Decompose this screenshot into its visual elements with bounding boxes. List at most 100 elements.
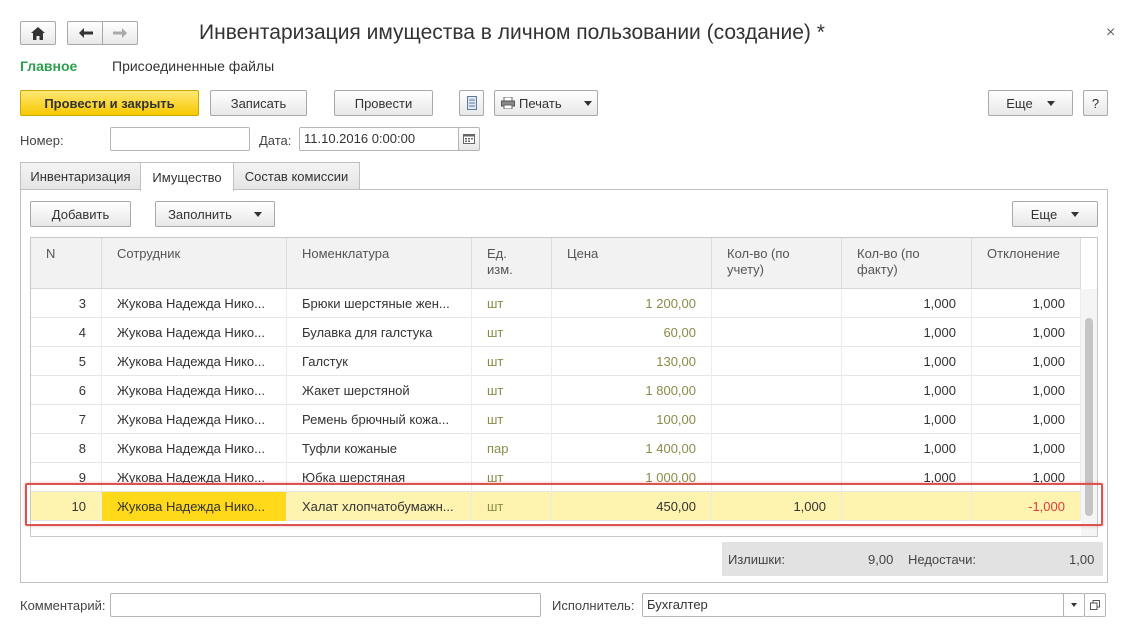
column-header[interactable]: Сотрудник — [102, 238, 287, 289]
post-button[interactable]: Провести — [334, 90, 433, 116]
table-cell[interactable]: Булавка для галстука — [287, 318, 472, 347]
column-header[interactable]: Отклонение — [972, 238, 1081, 289]
number-field[interactable] — [110, 127, 250, 151]
comment-label: Комментарий: — [20, 598, 106, 613]
shortage-label: Недостачи: — [908, 552, 977, 567]
table-cell[interactable]: 130,00 — [552, 347, 712, 376]
table-cell[interactable]: 1 800,00 — [552, 376, 712, 405]
table-cell[interactable]: 1,000 — [972, 376, 1081, 405]
table-cell[interactable]: шт — [472, 318, 552, 347]
table-cell[interactable] — [712, 318, 842, 347]
column-header[interactable]: N — [31, 238, 102, 289]
comment-field[interactable] — [110, 593, 541, 617]
table-cell[interactable]: 3 — [31, 289, 102, 318]
table-cell[interactable]: 1,000 — [972, 405, 1081, 434]
column-header[interactable]: Цена — [552, 238, 712, 289]
table-cell[interactable]: 1,000 — [842, 289, 972, 318]
table-cell[interactable]: Жукова Надежда Нико... — [102, 289, 287, 318]
executor-field[interactable]: Бухгалтер — [642, 593, 1064, 617]
fill-label: Заполнить — [168, 206, 232, 222]
table-cell[interactable] — [712, 289, 842, 318]
table-cell[interactable]: Галстук — [287, 347, 472, 376]
table-cell[interactable]: шт — [472, 405, 552, 434]
save-button[interactable]: Записать — [210, 90, 307, 116]
table-cell[interactable]: Туфли кожаные — [287, 434, 472, 463]
table-cell[interactable]: 1,000 — [842, 434, 972, 463]
table-cell[interactable]: Жукова Надежда Нико... — [102, 318, 287, 347]
table-cell[interactable] — [712, 405, 842, 434]
column-header[interactable]: Ед. изм. — [472, 238, 552, 289]
printer-icon — [501, 97, 515, 109]
column-header[interactable]: Кол-во (по учету) — [712, 238, 842, 289]
table-row[interactable]: 3 Жукова Надежда Нико... Брюки шерстяные ж… — [31, 289, 1081, 318]
back-button[interactable] — [67, 21, 103, 45]
surplus-label: Излишки: — [728, 552, 785, 567]
add-button[interactable]: Добавить — [30, 201, 131, 227]
section-files[interactable]: Присоединенные файлы — [112, 58, 274, 74]
table-cell[interactable]: 1,000 — [972, 289, 1081, 318]
table-cell[interactable]: 1,000 — [972, 318, 1081, 347]
print-label: Печать — [519, 95, 562, 111]
home-button[interactable] — [20, 21, 56, 45]
table-more-button[interactable]: Еще — [1012, 201, 1098, 227]
post-and-close-button[interactable]: Провести и закрыть — [20, 90, 199, 116]
table-cell[interactable]: шт — [472, 289, 552, 318]
table-cell[interactable]: Жукова Надежда Нико... — [102, 434, 287, 463]
table-cell[interactable] — [712, 347, 842, 376]
home-icon — [31, 26, 45, 40]
table-row[interactable]: 4 Жукова Надежда Нико... Булавка для галст… — [31, 318, 1081, 347]
table-cell[interactable]: пар — [472, 434, 552, 463]
table-row[interactable]: 8 Жукова Надежда Нико... Туфли кожаные пар 1… — [31, 434, 1081, 463]
close-icon[interactable]: × — [1106, 24, 1115, 42]
calendar-icon — [463, 134, 475, 144]
column-header[interactable]: Номенклатура — [287, 238, 472, 289]
forward-button[interactable] — [102, 21, 138, 45]
table-cell[interactable]: Жукова Надежда Нико... — [102, 405, 287, 434]
highlight-frame — [25, 483, 1103, 526]
table-cell[interactable]: Жукова Надежда Нико... — [102, 376, 287, 405]
chevron-down-icon — [1046, 100, 1055, 106]
date-field[interactable]: 11.10.2016 0:00:00 — [299, 127, 459, 151]
table-cell[interactable]: 1 200,00 — [552, 289, 712, 318]
executor-dropdown-button[interactable] — [1063, 593, 1085, 617]
executor-open-button[interactable] — [1084, 593, 1106, 617]
table-cell[interactable]: шт — [472, 376, 552, 405]
table-cell[interactable]: 1,000 — [972, 347, 1081, 376]
table-cell[interactable]: 8 — [31, 434, 102, 463]
table-cell[interactable] — [712, 434, 842, 463]
more-button[interactable]: Еще — [988, 90, 1073, 116]
table-cell[interactable] — [712, 376, 842, 405]
table-cell[interactable]: 4 — [31, 318, 102, 347]
table-row[interactable]: 7 Жукова Надежда Нико... Ремень брючный ко… — [31, 405, 1081, 434]
table-row[interactable]: 5 Жукова Надежда Нико... Галстук шт 130,00 1,… — [31, 347, 1081, 376]
tab-commission[interactable]: Состав комиссии — [233, 162, 360, 190]
fill-button[interactable]: Заполнить — [155, 201, 275, 227]
table-cell[interactable]: шт — [472, 347, 552, 376]
table-cell[interactable]: 1 400,00 — [552, 434, 712, 463]
tab-property[interactable]: Имущество — [140, 162, 234, 191]
column-header[interactable]: Кол-во (по факту) — [842, 238, 972, 289]
print-button[interactable]: Печать — [494, 90, 598, 116]
table-cell[interactable]: 7 — [31, 405, 102, 434]
table-cell[interactable]: 6 — [31, 376, 102, 405]
help-button[interactable]: ? — [1083, 90, 1108, 116]
section-main[interactable]: Главное — [20, 58, 77, 74]
table-cell[interactable]: 60,00 — [552, 318, 712, 347]
calendar-button[interactable] — [458, 127, 480, 151]
table-cell[interactable]: Жакет шерстяной — [287, 376, 472, 405]
table-cell[interactable]: 100,00 — [552, 405, 712, 434]
table-cell[interactable]: 1,000 — [972, 434, 1081, 463]
table-cell[interactable]: Ремень брючный кожа... — [287, 405, 472, 434]
chevron-down-icon — [1071, 603, 1077, 607]
table-cell[interactable]: 1,000 — [842, 347, 972, 376]
table-cell[interactable]: Брюки шерстяные жен... — [287, 289, 472, 318]
table-more-label: Еще — [1030, 206, 1058, 222]
table-row[interactable]: 6 Жукова Надежда Нико... Жакет шерстяной шт… — [31, 376, 1081, 405]
tab-inventory[interactable]: Инвентаризация — [20, 162, 141, 190]
table-cell[interactable]: 1,000 — [842, 376, 972, 405]
table-cell[interactable]: Жукова Надежда Нико... — [102, 347, 287, 376]
table-cell[interactable]: 1,000 — [842, 318, 972, 347]
table-cell[interactable]: 5 — [31, 347, 102, 376]
report-button[interactable] — [459, 90, 484, 116]
table-cell[interactable]: 1,000 — [842, 405, 972, 434]
